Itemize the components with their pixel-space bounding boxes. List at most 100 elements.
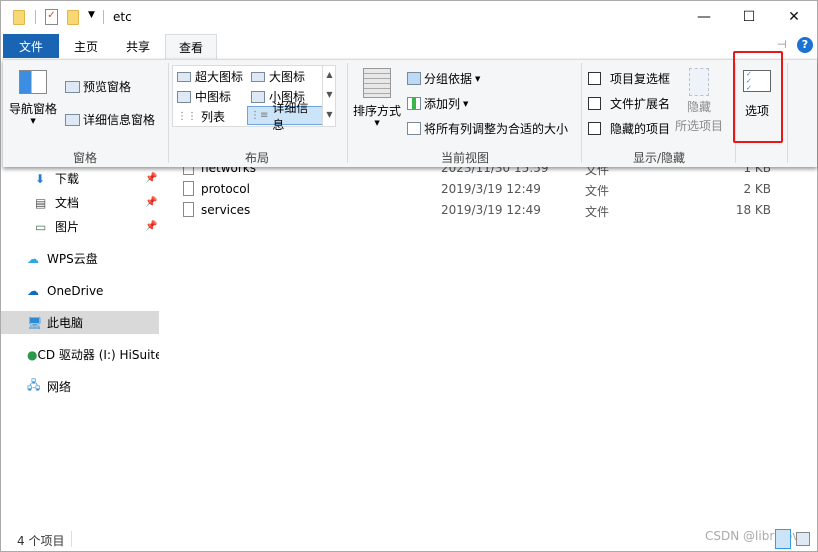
- pin-icon[interactable]: 📌: [145, 221, 157, 232]
- layout-label: 超大图标: [195, 70, 244, 84]
- tab-share[interactable]: 共享: [115, 34, 161, 58]
- hide-selected-items-button[interactable]: 隐藏 所选项目: [675, 68, 723, 134]
- sidebar-item-label: 图片: [55, 220, 80, 234]
- minimize-button[interactable]: —: [681, 1, 727, 33]
- sidebar-item-wps-cloud[interactable]: ☁ WPS云盘: [1, 247, 159, 270]
- details-pane-icon: [65, 113, 80, 126]
- file-size: 18 KB: [735, 203, 771, 217]
- layout-medium-icons[interactable]: 中图标: [175, 87, 233, 106]
- group-label-panes: 窗格: [72, 151, 97, 165]
- folder-icon: [13, 10, 25, 25]
- item-checkboxes-toggle[interactable]: 项目复选框: [588, 70, 670, 87]
- sidebar-item-downloads[interactable]: ⬇ 下载 📌: [1, 167, 159, 190]
- preview-pane-button[interactable]: 预览窗格: [65, 78, 131, 95]
- layout-gallery-scroll[interactable]: ▲ ▼ ▼: [322, 65, 336, 127]
- details-pane-label: 详细信息窗格: [83, 113, 156, 127]
- customize-toolbar-chevron-icon[interactable]: ▼: [88, 10, 95, 20]
- chevron-down-icon: ▼: [463, 99, 469, 108]
- layout-label: 详细信息: [272, 100, 309, 132]
- divider: [168, 63, 169, 163]
- file-row[interactable]: services 2019/3/19 12:49 文件 18 KB: [181, 200, 781, 221]
- file-icon: [183, 181, 194, 196]
- hide-selected-label: 所选项目: [675, 119, 724, 133]
- checkbox[interactable]: [588, 97, 601, 110]
- new-folder-icon[interactable]: [67, 10, 79, 25]
- pin-icon[interactable]: 📌: [145, 173, 157, 184]
- scroll-down-icon[interactable]: ▼: [323, 85, 336, 105]
- divider: [581, 63, 582, 163]
- close-button[interactable]: ✕: [771, 1, 817, 33]
- size-all-columns-button[interactable]: 将所有列调整为合适的大小: [407, 120, 568, 137]
- cloud-icon: ☁: [27, 251, 39, 266]
- preview-pane-label: 预览窗格: [83, 80, 132, 94]
- hide-selected-icon: [689, 68, 709, 96]
- size-columns-icon: [407, 122, 421, 135]
- help-icon[interactable]: ?: [797, 37, 813, 53]
- sidebar-item-label: 下载: [55, 172, 80, 186]
- file-type: 文件: [585, 205, 610, 219]
- large-icons-icon: [251, 71, 265, 82]
- hide-selected-label: 隐藏: [687, 100, 712, 114]
- sidebar-item-network[interactable]: 🖧 网络: [1, 375, 159, 398]
- nav-pane-icon: [19, 70, 47, 94]
- preview-pane-icon: [65, 80, 80, 93]
- file-extensions-toggle[interactable]: 文件扩展名: [588, 95, 670, 112]
- layout-list[interactable]: ⋮⋮ 列表: [175, 107, 227, 126]
- chevron-down-icon: ▼: [374, 119, 380, 127]
- sidebar-item-documents[interactable]: ▤ 文档 📌: [1, 191, 159, 214]
- pin-icon[interactable]: 📌: [145, 197, 157, 208]
- sidebar-item-label: WPS云盘: [47, 252, 98, 266]
- document-icon: ▤: [35, 195, 47, 210]
- layout-details[interactable]: ⋮≡ 详细信息: [247, 101, 323, 132]
- group-by-button[interactable]: 分组依据 ▼: [407, 70, 480, 87]
- sidebar-item-cd-drive[interactable]: ● CD 驱动器 (I:) HiSuite: [1, 343, 159, 366]
- sort-icon: [363, 68, 391, 98]
- hidden-items-toggle[interactable]: 隐藏的项目: [588, 120, 670, 137]
- file-row[interactable]: protocol 2019/3/19 12:49 文件 2 KB: [181, 179, 781, 200]
- large-icons-view-toggle[interactable]: [796, 532, 810, 546]
- sidebar-item-label: 网络: [47, 380, 72, 394]
- sidebar-item-pictures[interactable]: ▭ 图片 📌: [1, 215, 159, 238]
- file-date: 2019/3/19 12:49: [441, 203, 541, 217]
- ribbon-view: 导航窗格 ▼ 预览窗格 详细信息窗格 窗格 超大图标 大图标 中图标 小图标 ⋮…: [3, 59, 817, 167]
- extra-large-icons-icon: [177, 71, 191, 82]
- checkbox[interactable]: [588, 122, 601, 135]
- expand-gallery-icon[interactable]: ▼: [323, 105, 336, 125]
- size-all-columns-label: 将所有列调整为合适的大小: [424, 122, 569, 136]
- nav-pane-label: 导航窗格: [9, 102, 58, 116]
- pin-ribbon-icon[interactable]: ⊣: [777, 38, 787, 51]
- computer-icon: 🖥: [27, 315, 43, 330]
- details-pane-button[interactable]: 详细信息窗格: [65, 111, 155, 128]
- layout-extra-large-icons[interactable]: 超大图标: [175, 67, 245, 86]
- sidebar-item-onedrive[interactable]: ☁ OneDrive: [1, 279, 159, 302]
- group-by-label: 分组依据: [424, 72, 473, 86]
- layout-label: 中图标: [195, 90, 232, 104]
- tab-home[interactable]: 主页: [63, 34, 109, 58]
- layout-large-icons[interactable]: 大图标: [249, 67, 307, 86]
- title-bar: ✓ ▼ etc — ☐ ✕: [1, 1, 818, 33]
- details-view-toggle[interactable]: [775, 529, 791, 549]
- tab-view[interactable]: 查看: [165, 34, 217, 60]
- sidebar-item-label: CD 驱动器 (I:) HiSuite: [37, 348, 159, 362]
- small-icons-icon: [251, 90, 265, 103]
- add-column-icon: [407, 97, 421, 110]
- properties-icon[interactable]: ✓: [45, 9, 58, 25]
- maximize-button[interactable]: ☐: [726, 1, 772, 33]
- add-column-button[interactable]: 添加列 ▼: [407, 95, 468, 112]
- sort-by-label: 排序方式: [353, 104, 402, 118]
- scroll-up-icon[interactable]: ▲: [323, 65, 336, 85]
- chevron-down-icon: ▼: [475, 74, 481, 83]
- nav-pane-button[interactable]: 导航窗格 ▼: [9, 70, 57, 125]
- window-title: etc: [113, 10, 132, 24]
- list-icon: ⋮⋮: [177, 111, 197, 122]
- file-name: services: [201, 203, 251, 217]
- tab-file[interactable]: 文件: [3, 34, 59, 58]
- cd-drive-icon: ●: [27, 347, 38, 362]
- checkbox[interactable]: [588, 72, 601, 85]
- file-type: 文件: [585, 184, 610, 198]
- sidebar-item-this-pc[interactable]: 🖥 此电脑: [1, 311, 159, 334]
- status-item-count: 4 个项目: [17, 534, 65, 548]
- onedrive-icon: ☁: [27, 283, 39, 298]
- sort-by-button[interactable]: 排序方式 ▼: [353, 68, 401, 127]
- download-icon: ⬇: [35, 171, 46, 186]
